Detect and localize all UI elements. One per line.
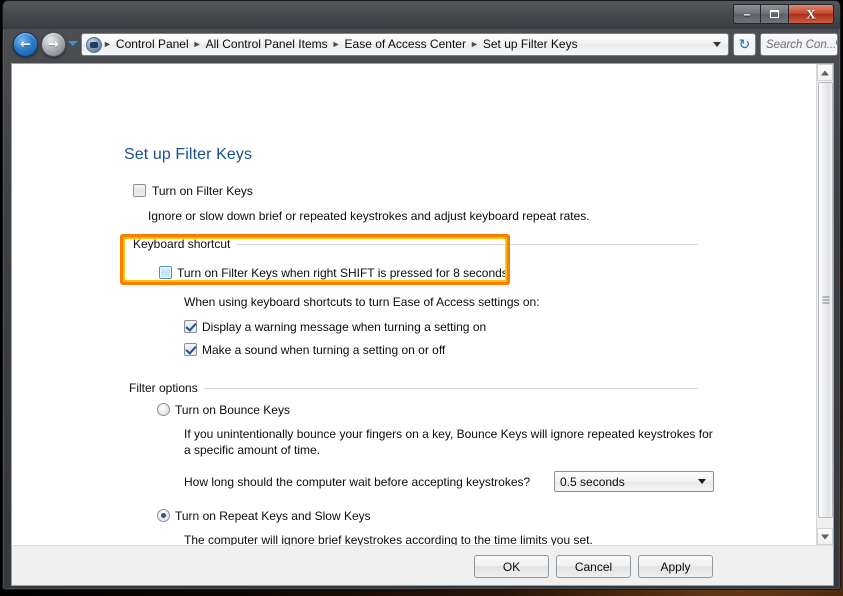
chevron-down-icon: [698, 479, 706, 484]
control-panel-icon: [86, 36, 102, 53]
scrollbar-grip-icon: [822, 296, 829, 304]
minimize-icon: –: [743, 7, 751, 21]
maximize-button[interactable]: [761, 4, 789, 24]
shortcut-enable-checkbox[interactable]: [159, 266, 172, 279]
maximize-icon: [769, 10, 779, 18]
cancel-button[interactable]: Cancel: [556, 555, 631, 578]
shortcut-intro-text: When using keyboard shortcuts to turn Ea…: [184, 295, 540, 309]
display-warning-checkbox[interactable]: [184, 320, 197, 333]
breadcrumb-separator[interactable]: ►: [192, 34, 203, 55]
delay-question-label: How long should the computer wait before…: [184, 475, 531, 489]
shortcut-enable-label[interactable]: Turn on Filter Keys when right SHIFT is …: [177, 266, 508, 280]
repeat-slow-keys-label[interactable]: Turn on Repeat Keys and Slow Keys: [175, 509, 371, 523]
breadcrumb-separator[interactable]: ►: [102, 34, 113, 55]
settings-page: Set up Filter Keys Turn on Filter Keys I…: [12, 64, 817, 545]
breadcrumb-all-control-panel-items[interactable]: All Control Panel Items: [203, 34, 331, 55]
scrollbar-thumb[interactable]: [818, 82, 833, 518]
address-dropdown-icon[interactable]: [713, 42, 721, 47]
back-button[interactable]: ←: [13, 32, 38, 57]
control-panel-window: – X ← → ► Control Panel ► All Control Pa…: [2, 0, 841, 590]
keystroke-delay-dropdown[interactable]: 0.5 seconds: [554, 471, 714, 492]
navigation-bar: ← → ► Control Panel ► All Control Panel …: [3, 29, 840, 60]
search-placeholder: Search Con...: [766, 38, 837, 51]
forward-arrow-icon: →: [48, 37, 59, 52]
chevron-up-icon: [821, 70, 829, 75]
bounce-keys-label[interactable]: Turn on Bounce Keys: [175, 403, 290, 417]
ok-button[interactable]: OK: [474, 555, 549, 578]
recent-pages-dropdown-icon[interactable]: [68, 41, 78, 46]
bounce-keys-radio[interactable]: [157, 403, 170, 416]
keystroke-delay-value: 0.5 seconds: [560, 474, 625, 489]
content-area: Set up Filter Keys Turn on Filter Keys I…: [11, 63, 834, 545]
back-arrow-icon: ←: [20, 37, 31, 52]
close-button[interactable]: X: [789, 4, 834, 24]
turn-on-filter-keys-checkbox[interactable]: [133, 184, 146, 197]
bounce-keys-description: If you unintentionally bounce your finge…: [184, 427, 713, 457]
forward-button[interactable]: →: [41, 32, 66, 57]
repeat-slow-keys-description: The computer will ignore brief keystroke…: [184, 533, 593, 545]
breadcrumb-control-panel[interactable]: Control Panel: [113, 34, 192, 55]
window-control-buttons: – X: [733, 4, 834, 24]
search-icon: [836, 39, 837, 50]
make-sound-label[interactable]: Make a sound when turning a setting on o…: [202, 343, 445, 357]
refresh-button[interactable]: ↻: [733, 33, 756, 56]
scroll-up-button[interactable]: [817, 64, 833, 81]
scroll-down-button[interactable]: [817, 528, 833, 545]
minimize-button[interactable]: –: [733, 4, 761, 24]
close-icon: X: [806, 6, 816, 22]
breadcrumb-separator[interactable]: ►: [469, 34, 480, 55]
chevron-down-icon: [821, 534, 829, 539]
refresh-icon: ↻: [738, 36, 751, 53]
vertical-scrollbar[interactable]: [816, 64, 833, 545]
repeat-slow-keys-radio[interactable]: [157, 509, 170, 522]
make-sound-checkbox[interactable]: [184, 343, 197, 356]
display-warning-label[interactable]: Display a warning message when turning a…: [202, 320, 486, 334]
apply-button[interactable]: Apply: [638, 555, 713, 578]
filter-keys-description: Ignore or slow down brief or repeated ke…: [148, 209, 590, 223]
breadcrumb-separator[interactable]: ►: [331, 34, 342, 55]
turn-on-filter-keys-label[interactable]: Turn on Filter Keys: [152, 184, 253, 198]
breadcrumb-set-up-filter-keys[interactable]: Set up Filter Keys: [480, 34, 581, 55]
breadcrumb-ease-of-access-center[interactable]: Ease of Access Center: [342, 34, 469, 55]
keyboard-shortcut-group-title: Keyboard shortcut: [133, 237, 237, 251]
filter-options-group-rule: [129, 388, 698, 389]
address-bar[interactable]: ► Control Panel ► All Control Panel Item…: [81, 33, 729, 56]
filter-options-group-title: Filter options: [129, 381, 204, 395]
search-input[interactable]: Search Con...: [760, 33, 838, 56]
dialog-button-bar: OK Cancel Apply: [11, 545, 834, 586]
window-title-bar[interactable]: – X: [3, 1, 840, 29]
page-title: Set up Filter Keys: [124, 146, 253, 163]
